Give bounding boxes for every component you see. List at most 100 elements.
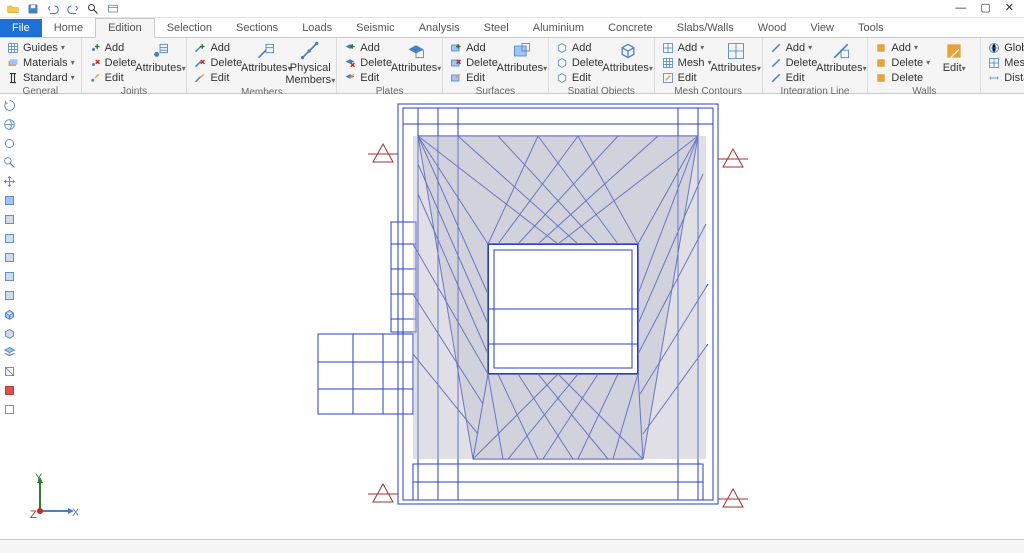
intline-delete-label: Delete bbox=[786, 57, 818, 69]
tab-aluminium[interactable]: Aluminium bbox=[521, 19, 596, 37]
plates-edit-label: Edit bbox=[360, 72, 379, 84]
tab-file[interactable]: File bbox=[0, 19, 42, 37]
cube-left-icon[interactable] bbox=[2, 269, 17, 284]
redo-icon[interactable] bbox=[66, 2, 80, 16]
measure-global[interactable]: Global▾ bbox=[987, 40, 1024, 55]
tab-seismic[interactable]: Seismic bbox=[344, 19, 407, 37]
cube-side-icon[interactable] bbox=[2, 231, 17, 246]
open-icon[interactable] bbox=[6, 2, 20, 16]
mesh-mesh[interactable]: Mesh▾ bbox=[661, 55, 712, 70]
rotate-icon[interactable] bbox=[2, 98, 17, 113]
group-members: Add Delete Edit Attributes▾ Physical Mem… bbox=[187, 38, 337, 93]
walls-delete[interactable]: Delete▾ bbox=[874, 55, 930, 70]
cube-top-icon[interactable] bbox=[2, 193, 17, 208]
group-intline: Add▾ Delete Edit Attributes▾ Integration… bbox=[763, 38, 869, 93]
tab-concrete[interactable]: Concrete bbox=[596, 19, 665, 37]
walls-add[interactable]: Add▾ bbox=[874, 40, 930, 55]
measure-mesh[interactable]: Mesh▾ bbox=[987, 55, 1024, 70]
tab-tools[interactable]: Tools bbox=[846, 19, 896, 37]
axis-gizmo: X Y Z bbox=[28, 473, 78, 523]
surfaces-edit[interactable]: Edit bbox=[449, 70, 498, 85]
caret-icon: ▾ bbox=[71, 58, 75, 67]
minimize-button[interactable]: — bbox=[955, 3, 966, 14]
plates-edit[interactable]: Edit bbox=[343, 70, 392, 85]
render-icon[interactable] bbox=[2, 383, 17, 398]
tab-slabs-walls[interactable]: Slabs/Walls bbox=[665, 19, 746, 37]
joints-add[interactable]: Add bbox=[88, 40, 137, 55]
close-button[interactable]: ✕ bbox=[1005, 3, 1014, 14]
members-add[interactable]: Add bbox=[193, 40, 242, 55]
plates-attributes[interactable]: Attributes▾ bbox=[396, 40, 436, 75]
intline-delete[interactable]: Delete bbox=[769, 55, 818, 70]
surfaces-add[interactable]: Add bbox=[449, 40, 498, 55]
guides-button[interactable]: Guides▾ bbox=[6, 40, 75, 55]
maximize-button[interactable]: ▢ bbox=[980, 3, 990, 14]
mesh-edit[interactable]: Edit bbox=[661, 70, 712, 85]
tab-loads[interactable]: Loads bbox=[290, 19, 344, 37]
mesh-add[interactable]: Add▾ bbox=[661, 40, 712, 55]
undo-icon[interactable] bbox=[46, 2, 60, 16]
spatial-attributes[interactable]: Attributes▾ bbox=[608, 40, 648, 75]
preview-icon[interactable] bbox=[106, 2, 120, 16]
intline-edit[interactable]: Edit bbox=[769, 70, 818, 85]
walls-delete2[interactable]: Delete bbox=[874, 70, 930, 85]
physical-members[interactable]: Physical Members▾ bbox=[290, 40, 330, 86]
save-icon[interactable] bbox=[26, 2, 40, 16]
standard-button[interactable]: Standard▾ bbox=[6, 70, 75, 85]
cube-bottom-icon[interactable] bbox=[2, 288, 17, 303]
walls-edit[interactable]: Edit▾ bbox=[934, 40, 974, 75]
joints-attr-label: Attributes bbox=[135, 62, 181, 74]
cube-iso2-icon[interactable] bbox=[2, 326, 17, 341]
viewport[interactable] bbox=[18, 94, 1024, 539]
measure-distances[interactable]: Distances bbox=[987, 70, 1024, 85]
circle-icon[interactable] bbox=[2, 136, 17, 151]
plates-add[interactable]: Add bbox=[343, 40, 392, 55]
tab-steel[interactable]: Steel bbox=[472, 19, 521, 37]
caret-icon: ▾ bbox=[914, 43, 918, 52]
measure-mesh-label: Mesh bbox=[1004, 57, 1024, 69]
zoom-icon[interactable] bbox=[2, 155, 17, 170]
wire-icon[interactable] bbox=[2, 402, 17, 417]
tab-home[interactable]: Home bbox=[42, 19, 95, 37]
tab-selection[interactable]: Selection bbox=[155, 19, 224, 37]
spatial-edit[interactable]: Edit bbox=[555, 70, 604, 85]
spatial-delete[interactable]: Delete bbox=[555, 55, 604, 70]
joints-delete-label: Delete bbox=[105, 57, 137, 69]
phys-members-label: Physical Members bbox=[285, 62, 331, 86]
section-icon[interactable] bbox=[2, 364, 17, 379]
spatial-add[interactable]: Add bbox=[555, 40, 604, 55]
intline-attributes[interactable]: Attributes▾ bbox=[821, 40, 861, 75]
plates-delete[interactable]: Delete bbox=[343, 55, 392, 70]
cube-iso-icon[interactable] bbox=[2, 307, 17, 322]
cube-right-icon[interactable] bbox=[2, 250, 17, 265]
tab-edition[interactable]: Edition bbox=[95, 18, 155, 38]
surfaces-attributes[interactable]: Attributes▾ bbox=[502, 40, 542, 75]
spatial-attr-label: Attributes bbox=[602, 62, 648, 74]
members-delete[interactable]: Delete bbox=[193, 55, 242, 70]
tab-view[interactable]: View bbox=[798, 19, 846, 37]
joints-attributes[interactable]: Attributes▾ bbox=[140, 40, 180, 75]
surfaces-delete[interactable]: Delete bbox=[449, 55, 498, 70]
intline-edit-label: Edit bbox=[786, 72, 805, 84]
layers-icon[interactable] bbox=[2, 345, 17, 360]
pan-icon[interactable] bbox=[2, 174, 17, 189]
view-toolbar bbox=[0, 96, 18, 417]
mesh-attributes[interactable]: Attributes▾ bbox=[716, 40, 756, 75]
tab-sections[interactable]: Sections bbox=[224, 19, 290, 37]
materials-button[interactable]: Materials▾ bbox=[6, 55, 75, 70]
joints-edit[interactable]: Edit bbox=[88, 70, 137, 85]
members-attributes[interactable]: Attributes▾ bbox=[246, 40, 286, 75]
tab-wood[interactable]: Wood bbox=[746, 19, 799, 37]
tab-analysis[interactable]: Analysis bbox=[407, 19, 472, 37]
group-spatial: Add Delete Edit Attributes▾ Spatial Obje… bbox=[549, 38, 655, 93]
ribbon-tab-strip: File Home Edition Selection Sections Loa… bbox=[0, 18, 1024, 38]
members-attr-label: Attributes bbox=[241, 62, 287, 74]
globe-icon[interactable] bbox=[2, 117, 17, 132]
axis-z-label: Z bbox=[30, 509, 37, 521]
members-edit[interactable]: Edit bbox=[193, 70, 242, 85]
cube-front-icon[interactable] bbox=[2, 212, 17, 227]
group-measure: Global▾ Mesh▾ Distances Coordinates Angl… bbox=[981, 38, 1024, 93]
joints-delete[interactable]: Delete bbox=[88, 55, 137, 70]
intline-add[interactable]: Add▾ bbox=[769, 40, 818, 55]
search-icon[interactable] bbox=[86, 2, 100, 16]
